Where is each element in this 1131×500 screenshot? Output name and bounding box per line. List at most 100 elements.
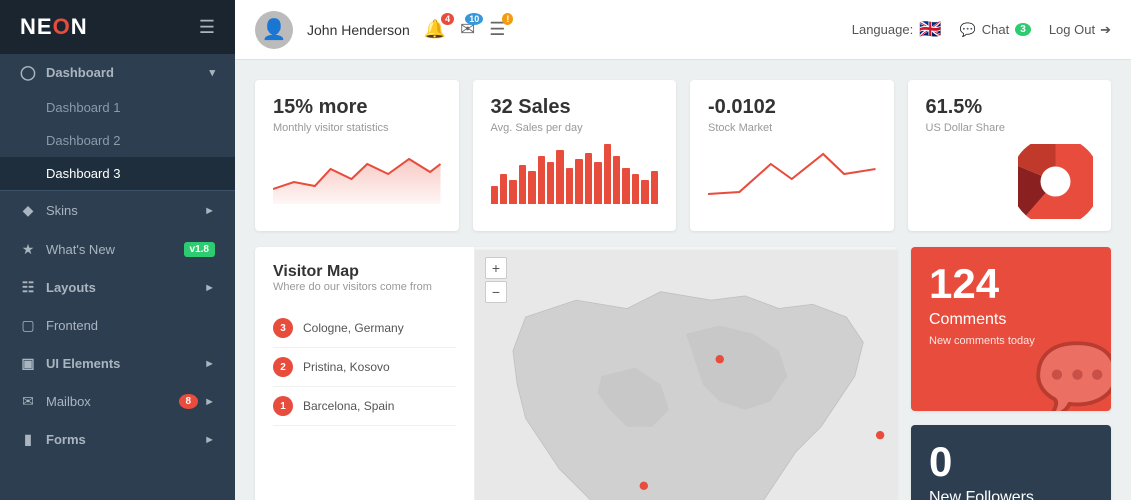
topbar: 👤 John Henderson 🔔 4 ✉ 10 ☰ ! Language: … [235, 0, 1131, 60]
notification-bell-icon[interactable]: 🔔 4 [424, 19, 446, 40]
sidebar: NEON ☰ ◯ Dashboard ▾ Dashboard 1 Dashboa… [0, 0, 235, 500]
sidebar-item-forms[interactable]: ▮ Forms ► [0, 421, 235, 458]
sidebar-item-layouts[interactable]: ☷ Layouts ► [0, 269, 235, 306]
bar-3 [509, 180, 516, 204]
bar-5 [528, 171, 535, 204]
ui-icon: ▣ [20, 355, 36, 372]
forms-arrow: ► [204, 434, 215, 446]
dashboard-arrow: ▾ [209, 66, 215, 79]
whatsnew-label-group: ★ What's New [20, 241, 115, 258]
notification-list-icon[interactable]: ☰ ! [489, 19, 505, 40]
map-card: Visitor Map Where do our visitors come f… [255, 247, 897, 500]
bar-chart [491, 144, 659, 204]
main-area: 👤 John Henderson 🔔 4 ✉ 10 ☰ ! Language: … [235, 0, 1131, 500]
bar-11 [585, 153, 592, 204]
stat-card-stock: -0.0102 Stock Market [690, 80, 894, 231]
sidebar-item-skins[interactable]: ◆ Skins ► [0, 191, 235, 230]
bar-16 [632, 174, 639, 204]
bar-12 [594, 162, 601, 204]
notif3-badge: ! [502, 13, 513, 25]
content-area: 15% more Monthly visitor statistics [235, 60, 1131, 500]
notif2-badge: 10 [465, 13, 483, 25]
comments-number: 124 [929, 263, 1093, 305]
stat-value-visitors: 15% more [273, 96, 441, 119]
chat-button[interactable]: 💬 Chat 3 [960, 22, 1031, 38]
topbar-right: Language: 🇬🇧 💬 Chat 3 Log Out ➔ [852, 19, 1111, 40]
bar-2 [500, 174, 507, 204]
map-zoom-out-button[interactable]: − [485, 281, 507, 303]
bar-17 [641, 180, 648, 204]
location-rank-3: 3 [273, 318, 293, 338]
map-location-2: 2 Pristina, Kosovo [273, 348, 456, 387]
sidebar-item-mailbox[interactable]: ✉ Mailbox 8 ► [0, 382, 235, 421]
layouts-icon: ☷ [20, 279, 36, 296]
dashboard-section: ◯ Dashboard ▾ Dashboard 1 Dashboard 2 Da… [0, 54, 235, 191]
language-selector[interactable]: Language: 🇬🇧 [852, 19, 942, 40]
bar-18 [651, 171, 658, 204]
mailbox-right: 8 ► [179, 394, 215, 409]
ui-label-group: ▣ UI Elements [20, 355, 120, 372]
dashboard1-label: Dashboard 1 [46, 100, 120, 115]
skins-label-group: ◆ Skins [20, 202, 78, 219]
bar-9 [566, 168, 573, 204]
skins-icon: ◆ [20, 202, 36, 219]
location-rank-2: 2 [273, 357, 293, 377]
hamburger-icon[interactable]: ☰ [199, 17, 215, 38]
map-title: Visitor Map [273, 263, 456, 281]
forms-icon: ▮ [20, 431, 36, 448]
sidebar-item-dashboard3[interactable]: Dashboard 3 [0, 157, 235, 190]
location-rank-1: 1 [273, 396, 293, 416]
sidebar-item-frontend[interactable]: ▢ Frontend [0, 306, 235, 345]
logo: NEON [20, 14, 88, 40]
dashboard-icon: ◯ [20, 64, 36, 81]
comments-label: Comments [929, 311, 1093, 329]
notif1-badge: 4 [441, 13, 454, 25]
bar-7 [547, 162, 554, 204]
bar-14 [613, 156, 620, 204]
chat-icon: 💬 [960, 22, 976, 38]
avatar: 👤 [255, 11, 293, 49]
whatsnew-label: What's New [46, 242, 115, 257]
stat-label-sales: Avg. Sales per day [491, 122, 659, 134]
mailbox-arrow: ► [204, 396, 215, 408]
mailbox-badge: 8 [179, 394, 199, 409]
whatsnew-icon: ★ [20, 241, 36, 258]
sales-chart [491, 144, 659, 219]
bar-1 [491, 186, 498, 204]
stat-label-stock: Stock Market [708, 122, 876, 134]
logout-label: Log Out [1049, 22, 1095, 37]
bar-8 [556, 150, 563, 204]
frontend-label: Frontend [46, 318, 98, 333]
stat-card-visitors: 15% more Monthly visitor statistics [255, 80, 459, 231]
notification-envelope-icon[interactable]: ✉ 10 [460, 19, 475, 40]
sidebar-item-dashboard1[interactable]: Dashboard 1 [0, 91, 235, 124]
chat-label: Chat [982, 22, 1009, 37]
location-name-2: Pristina, Kosovo [303, 360, 390, 374]
pie-chart [1018, 144, 1093, 219]
location-name-3: Cologne, Germany [303, 321, 404, 335]
dashboard-label-group: ◯ Dashboard [20, 64, 114, 81]
bottom-row: Visitor Map Where do our visitors come f… [255, 247, 1111, 500]
bar-15 [622, 168, 629, 204]
sidebar-item-ui-elements[interactable]: ▣ UI Elements ► [0, 345, 235, 382]
followers-label: New Followers [929, 489, 1093, 500]
map-location-1: 3 Cologne, Germany [273, 309, 456, 348]
stat-card-sales: 32 Sales Avg. Sales per day [473, 80, 677, 231]
sidebar-item-dashboard[interactable]: ◯ Dashboard ▾ [0, 54, 235, 91]
map-zoom-in-button[interactable]: + [485, 257, 507, 279]
layouts-label: Layouts [46, 280, 96, 295]
sidebar-item-dashboard2[interactable]: Dashboard 2 [0, 124, 235, 157]
logout-button[interactable]: Log Out ➔ [1049, 22, 1111, 38]
logout-icon: ➔ [1100, 22, 1111, 38]
mailbox-label: Mailbox [46, 394, 91, 409]
dashboard2-label: Dashboard 2 [46, 133, 120, 148]
visitors-chart [273, 144, 441, 219]
stat-label-visitors: Monthly visitor statistics [273, 122, 441, 134]
followers-number: 0 [929, 441, 1093, 483]
comments-card: 124 Comments New comments today 💬 [911, 247, 1111, 411]
language-label: Language: [852, 22, 913, 37]
bar-4 [519, 165, 526, 204]
stat-label-dollar: US Dollar Share [926, 122, 1094, 134]
topbar-left: 👤 John Henderson 🔔 4 ✉ 10 ☰ ! [255, 11, 505, 49]
sidebar-item-whatsnew[interactable]: ★ What's New v1.8 [0, 230, 235, 269]
